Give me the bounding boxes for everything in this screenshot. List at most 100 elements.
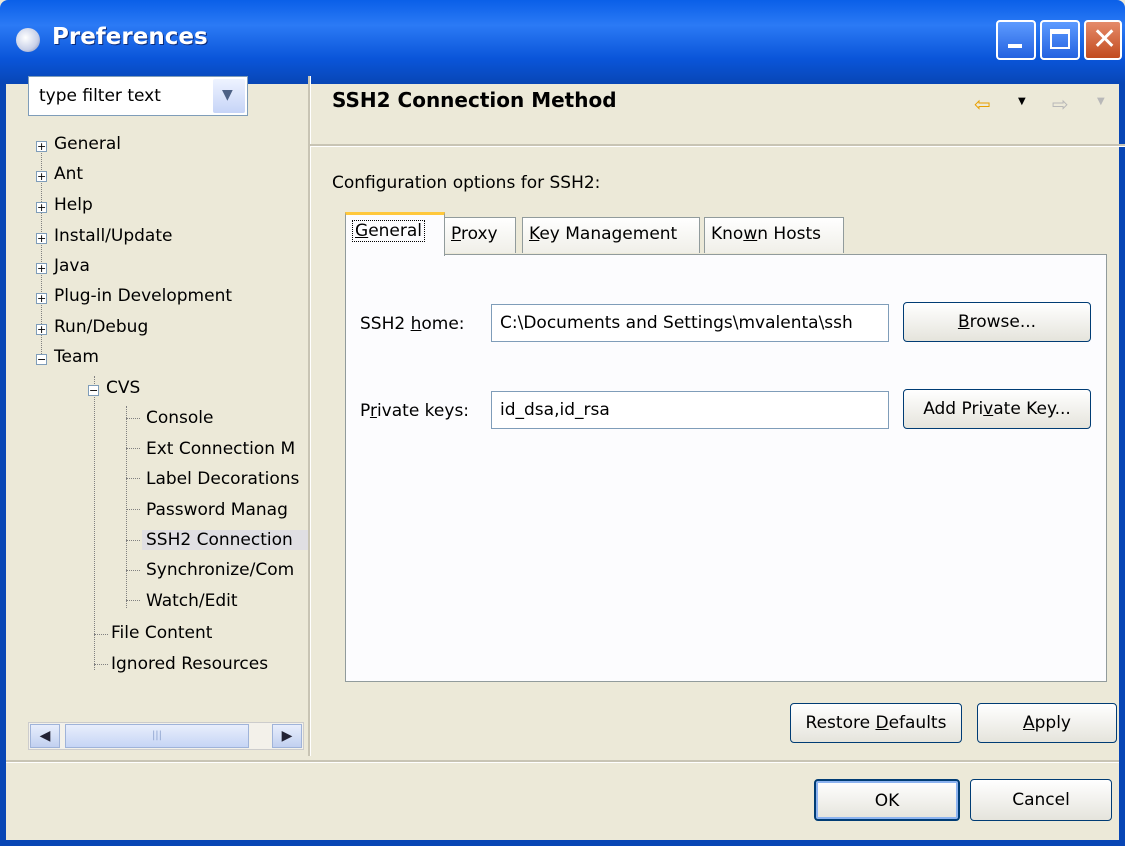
tab-label: Proxy xyxy=(451,224,498,244)
maximize-button[interactable] xyxy=(1040,20,1080,60)
tab-key-management[interactable]: Key Management xyxy=(522,217,700,253)
tree-item-password-management[interactable]: Password Manag xyxy=(146,500,302,520)
tree-item-label: Console xyxy=(146,408,214,428)
page-title: SSH2 Connection Method xyxy=(332,88,617,112)
footer-separator xyxy=(6,760,1119,763)
tree-guide xyxy=(126,600,140,601)
add-private-key-button[interactable]: Add Private Key... xyxy=(903,389,1091,429)
scroll-left-button[interactable]: ◀ xyxy=(30,724,60,748)
chevron-right-icon: ▶ xyxy=(281,728,293,744)
collapse-icon[interactable]: − xyxy=(88,385,99,396)
back-arrow-icon: ⇦ xyxy=(974,92,991,116)
close-button[interactable]: ✕ xyxy=(1084,20,1122,60)
tree-guide xyxy=(126,406,127,608)
expand-icon[interactable]: + xyxy=(36,141,47,152)
tree-item-synchronize[interactable]: Synchronize/Com xyxy=(146,560,302,580)
tab-general[interactable]: General xyxy=(345,212,445,256)
tree-item-label: Team xyxy=(54,347,99,367)
tree-item-file-content[interactable]: File Content xyxy=(111,623,212,643)
tree-item-label: General xyxy=(54,134,121,154)
tab-known-hosts[interactable]: Known Hosts xyxy=(704,217,844,253)
tree-item-label: Synchronize/Com xyxy=(146,560,295,580)
app-icon xyxy=(16,28,40,52)
expand-icon[interactable]: + xyxy=(36,263,47,274)
tree-item-label: Run/Debug xyxy=(54,317,149,337)
tree-item-console[interactable]: Console xyxy=(146,408,214,428)
tree-item-label: Install/Update xyxy=(54,226,173,246)
tree-guide xyxy=(126,570,140,571)
tree-item-watch-edit[interactable]: Watch/Edit xyxy=(146,591,238,611)
tree-item-ssh2-connection[interactable]: SSH2 Connection xyxy=(142,530,308,550)
ssh2-home-field[interactable]: C:\Documents and Settings\mvalenta\ssh xyxy=(491,304,889,342)
tree-item-label: Java xyxy=(54,256,90,276)
expand-icon[interactable]: + xyxy=(36,202,47,213)
cancel-label: Cancel xyxy=(1012,790,1070,810)
tree-item-label: Help xyxy=(54,195,93,215)
forward-history-dropdown[interactable]: ▼ xyxy=(1097,96,1105,107)
back-button[interactable]: ⇦ xyxy=(974,92,991,116)
chevron-down-icon: ▼ xyxy=(1097,96,1105,107)
tree-item-ext-connection[interactable]: Ext Connection M xyxy=(146,439,300,459)
preferences-tree[interactable]: + General + Ant + Help + Install/Update + Jav… xyxy=(36,130,308,710)
filter-combo[interactable]: type filter text ▼ xyxy=(28,76,248,116)
cancel-button[interactable]: Cancel xyxy=(970,779,1112,821)
scroll-right-button[interactable]: ▶ xyxy=(272,724,302,748)
window-title: Preferences xyxy=(52,24,208,50)
forward-arrow-icon: ⇨ xyxy=(1052,92,1069,116)
minimize-icon xyxy=(1008,44,1022,48)
chevron-left-icon: ◀ xyxy=(39,728,51,744)
expand-icon[interactable]: + xyxy=(36,233,47,244)
filter-dropdown-button[interactable]: ▼ xyxy=(213,79,245,113)
expand-icon[interactable]: + xyxy=(36,171,47,182)
forward-button[interactable]: ⇨ xyxy=(1052,92,1069,116)
tree-guide xyxy=(94,664,108,665)
tree-guide xyxy=(94,634,108,635)
browse-button[interactable]: Browse... xyxy=(903,302,1091,342)
ssh2-home-label: SSH2 home: xyxy=(360,314,465,334)
tree-item-ignored-resources[interactable]: Ignored Resources xyxy=(111,654,268,674)
restore-defaults-button[interactable]: Restore Defaults xyxy=(790,703,962,743)
private-keys-field[interactable]: id_dsa,id_rsa xyxy=(491,391,889,429)
tree-item-label: Ant xyxy=(54,164,84,184)
tab-label: Known Hosts xyxy=(711,224,821,244)
tree-guide xyxy=(126,448,140,449)
tree-guide xyxy=(94,376,95,670)
grip-icon: ||| xyxy=(151,730,163,741)
chevron-down-icon: ▼ xyxy=(1018,96,1026,107)
scroll-thumb[interactable]: ||| xyxy=(65,724,249,748)
minimize-button[interactable] xyxy=(996,20,1036,60)
title-bar[interactable]: Preferences ✕ xyxy=(0,0,1125,84)
chevron-down-icon: ▼ xyxy=(222,87,233,103)
tree-item-label: CVS xyxy=(106,378,141,398)
private-keys-label: Private keys: xyxy=(360,401,470,421)
window-frame-right xyxy=(1119,84,1125,846)
ok-button[interactable]: OK xyxy=(814,779,960,821)
apply-button[interactable]: Apply xyxy=(977,703,1117,743)
tree-item-label: File Content xyxy=(111,623,213,643)
tree-horizontal-scrollbar[interactable]: ◀ ||| ▶ xyxy=(28,722,304,750)
expand-icon[interactable]: + xyxy=(36,293,47,304)
header-separator xyxy=(310,144,1125,147)
tree-guide xyxy=(126,540,140,541)
tree-guide xyxy=(126,509,140,510)
ok-label: OK xyxy=(874,791,900,811)
collapse-icon[interactable]: − xyxy=(36,354,47,365)
tree-item-label: Plug-in Development xyxy=(54,286,233,306)
tree-guide xyxy=(126,418,140,419)
back-history-dropdown[interactable]: ▼ xyxy=(1018,96,1026,107)
tree-item-label-decorations[interactable]: Label Decorations xyxy=(146,469,302,489)
tree-item-label: Ext Connection M xyxy=(146,439,296,459)
expand-icon[interactable]: + xyxy=(36,324,47,335)
filter-input[interactable]: type filter text xyxy=(39,86,161,106)
tree-guide xyxy=(126,478,140,479)
window-frame-left xyxy=(0,84,6,846)
tree-item-label: Label Decorations xyxy=(146,469,300,489)
tab-proxy[interactable]: Proxy xyxy=(444,217,516,253)
tab-label: General xyxy=(352,220,426,242)
config-label: Configuration options for SSH2: xyxy=(332,173,601,193)
panel-divider[interactable] xyxy=(308,76,311,756)
tab-label: Key Management xyxy=(529,224,678,244)
window-frame-bottom xyxy=(0,840,1125,846)
tree-item-label: Watch/Edit xyxy=(146,591,238,611)
close-icon: ✕ xyxy=(1092,22,1118,57)
